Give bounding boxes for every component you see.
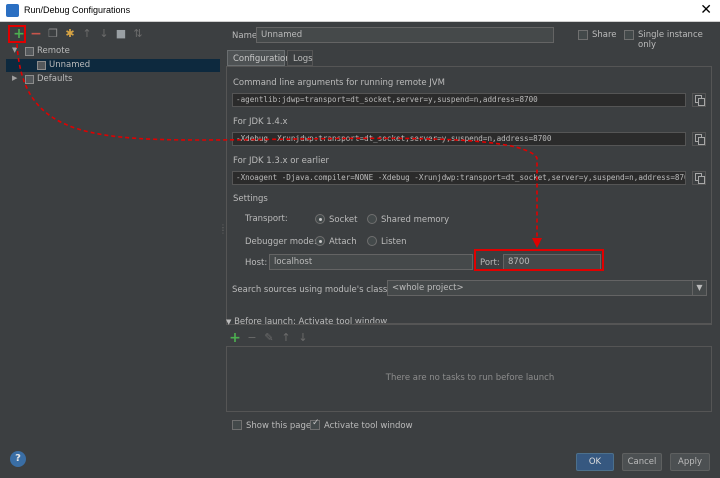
mode-listen-label: Listen	[381, 237, 407, 247]
expand-arrow-icon[interactable]: ▼	[12, 46, 17, 54]
cmd-args-label: Command line arguments for running remot…	[233, 78, 445, 88]
classpath-value: <whole project>	[392, 283, 464, 293]
move-up-icon[interactable]: ↑	[80, 27, 94, 41]
remove-icon[interactable]: −	[29, 27, 43, 41]
transport-shared-memory-label: Shared memory	[381, 215, 450, 225]
name-input[interactable]: Unnamed	[256, 27, 554, 43]
tree-item-defaults[interactable]: ▶ Defaults	[6, 73, 220, 86]
mode-attach-radio[interactable]	[315, 236, 325, 246]
window-title: Run/Debug Configurations	[24, 5, 131, 15]
configuration-panel: Command line arguments for running remot…	[226, 66, 712, 325]
settings-label: Settings	[233, 194, 268, 204]
share-label: Share	[592, 30, 617, 40]
mode-listen-radio[interactable]	[367, 236, 377, 246]
remove-task-icon[interactable]: −	[245, 331, 259, 345]
classpath-select[interactable]: <whole project> ▼	[387, 280, 707, 296]
wrench-icon[interactable]: ✱	[63, 27, 77, 41]
configuration-editor: Name: Unnamed Share Single instance only…	[224, 22, 720, 442]
annotation-box-port	[474, 249, 604, 271]
tree-item-label: Defaults	[37, 74, 73, 84]
activate-tool-window-checkbox[interactable]	[310, 418, 320, 430]
debugger-mode-label: Debugger mode:	[245, 237, 317, 247]
help-icon[interactable]: ?	[10, 451, 26, 467]
jdk14-label: For JDK 1.4.x	[233, 117, 288, 127]
tab-configuration[interactable]: Configuration	[227, 50, 291, 66]
title-bar: Run/Debug Configurations ✕	[0, 0, 720, 22]
host-input[interactable]: localhost	[269, 254, 473, 270]
tab-logs[interactable]: Logs	[287, 50, 313, 66]
ok-button[interactable]: OK	[576, 453, 614, 471]
host-label: Host:	[245, 258, 268, 268]
copy-icon[interactable]: ❐	[46, 27, 60, 41]
move-down-icon[interactable]: ↓	[296, 331, 310, 345]
before-launch-list: There are no tasks to run before launch	[226, 346, 712, 412]
configurations-panel: + − ❐ ✱ ↑ ↓ ■ ⇅ ▼ Remote Unnamed ▶ Defau…	[6, 24, 220, 440]
single-instance-label: Single instance only	[638, 30, 703, 50]
transport-label: Transport:	[245, 214, 288, 224]
classpath-label: Search sources using module's classpath:	[232, 285, 410, 295]
apply-button[interactable]: Apply	[670, 453, 710, 471]
collapse-arrow-icon: ▼	[226, 318, 232, 326]
copy-jdk13-button[interactable]	[692, 171, 706, 185]
defaults-icon	[25, 75, 34, 84]
tree-item-remote[interactable]: ▼ Remote	[6, 45, 220, 58]
cancel-button[interactable]: Cancel	[622, 453, 662, 471]
transport-socket-label: Socket	[329, 215, 358, 225]
before-launch-toggle[interactable]: ▼ Before launch: Activate tool window	[226, 317, 387, 327]
empty-tasks-text: There are no tasks to run before launch	[385, 373, 555, 383]
single-instance-checkbox[interactable]	[624, 30, 634, 40]
transport-shared-memory-radio[interactable]	[367, 214, 377, 224]
cmd-args-field[interactable]: -agentlib:jdwp=transport=dt_socket,serve…	[232, 93, 686, 107]
add-task-icon[interactable]: +	[228, 331, 242, 345]
move-up-icon[interactable]: ↑	[279, 331, 293, 345]
copy-jdk14-button[interactable]	[692, 132, 706, 146]
mode-attach-label: Attach	[329, 237, 357, 247]
before-launch-title: Before launch: Activate tool window	[234, 317, 388, 327]
edit-task-icon[interactable]: ✎	[262, 331, 276, 345]
show-page-checkbox[interactable]	[232, 420, 242, 430]
copy-cmd-button[interactable]	[692, 93, 706, 107]
transport-socket-radio[interactable]	[315, 214, 325, 224]
show-page-label: Show this page	[246, 421, 312, 431]
sort-icon[interactable]: ⇅	[131, 27, 145, 41]
remote-config-icon	[37, 61, 46, 70]
close-icon[interactable]: ✕	[700, 2, 712, 18]
annotation-box-add	[8, 25, 26, 43]
tree-item-label: Unnamed	[49, 60, 91, 70]
chevron-down-icon[interactable]: ▼	[692, 281, 706, 295]
activate-tool-window-label: Activate tool window	[324, 421, 413, 431]
collapse-arrow-icon[interactable]: ▶	[12, 74, 17, 82]
divider	[354, 323, 712, 324]
jdk13-label: For JDK 1.3.x or earlier	[233, 156, 330, 166]
tree-item-unnamed[interactable]: Unnamed	[6, 59, 220, 72]
folder-icon[interactable]: ■	[114, 27, 128, 41]
remote-icon	[25, 47, 34, 56]
share-checkbox[interactable]	[578, 30, 588, 40]
jdk13-args-field[interactable]: -Xnoagent -Djava.compiler=NONE -Xdebug -…	[232, 171, 686, 185]
jdk14-args-field[interactable]: -Xdebug -Xrunjdwp:transport=dt_socket,se…	[232, 132, 686, 146]
app-icon	[6, 4, 19, 17]
tree-item-label: Remote	[37, 46, 70, 56]
move-down-icon[interactable]: ↓	[97, 27, 111, 41]
